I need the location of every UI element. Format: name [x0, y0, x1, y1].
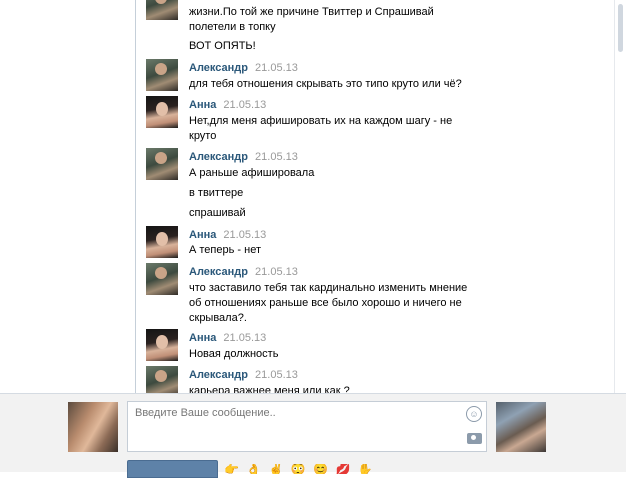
message-text: А теперь - нет [189, 244, 261, 256]
scrollbar-thumb[interactable] [618, 4, 623, 52]
emoji-strip: 👉 👌 ✌ 😳 😊 💋 ✋ [224, 464, 377, 474]
author-avatar[interactable] [146, 263, 178, 295]
message-text: Нет,для меня афишировать их на каждом ша… [189, 115, 453, 142]
emoji-flushed-icon[interactable]: 😳 [291, 464, 306, 474]
author-avatar[interactable] [146, 148, 178, 180]
author-name[interactable]: Александр [189, 369, 248, 381]
message-date: 21.05.13 [223, 229, 267, 241]
message-text: в твиттере [189, 187, 244, 199]
message-history[interactable]: жизни.По той же причине Твиттер и Спраши… [135, 0, 615, 393]
smile-icon[interactable]: ☺ [466, 406, 482, 422]
message-header: Анна 21.05.13 [189, 99, 266, 111]
message-date: 21.05.13 [223, 99, 267, 111]
emoji-pointing-icon[interactable]: 👉 [224, 464, 239, 474]
message-input[interactable] [133, 406, 457, 420]
message-date: 21.05.13 [223, 332, 267, 344]
message-input-box[interactable]: ☺ [127, 401, 487, 452]
author-avatar[interactable] [146, 366, 178, 393]
author-name[interactable]: Александр [189, 151, 248, 163]
message-text: что заставило тебя так кардинально измен… [189, 282, 468, 324]
left-margin [0, 0, 135, 393]
message-header: Александр 21.05.13 [189, 369, 298, 381]
author-name[interactable]: Александр [189, 266, 248, 278]
author-name[interactable]: Анна [189, 99, 216, 111]
emoji-smile-icon[interactable]: 😊 [313, 464, 328, 474]
message-header: Александр 21.05.13 [189, 151, 298, 163]
message-header: Анна 21.05.13 [189, 229, 266, 241]
message-date: 21.05.13 [255, 369, 298, 381]
message-header: Анна 21.05.13 [189, 332, 266, 344]
camera-icon[interactable] [467, 433, 482, 444]
my-avatar[interactable] [68, 402, 118, 452]
message-text: жизни.По той же причине Твиттер и Спраши… [189, 6, 434, 33]
message-text: ВОТ ОПЯТЬ! [189, 40, 256, 52]
author-avatar[interactable] [146, 329, 178, 361]
author-avatar[interactable] [146, 96, 178, 128]
message-text: для тебя отношения скрывать это типо кру… [189, 78, 462, 90]
message-text: А раньше афишировала [189, 167, 315, 179]
message-date: 21.05.13 [255, 266, 298, 278]
message-date: 21.05.13 [255, 151, 298, 163]
message-text: карьера важнее меня или как ? [189, 385, 350, 393]
author-avatar[interactable] [146, 0, 178, 20]
author-avatar[interactable] [146, 226, 178, 258]
message-text: Новая должность [189, 348, 279, 360]
peer-avatar[interactable] [496, 402, 546, 452]
emoji-ok-icon[interactable]: 👌 [246, 464, 261, 474]
message-text: спрашивай [189, 207, 246, 219]
scrollbar[interactable] [614, 0, 626, 393]
emoji-hand-icon[interactable]: ✋ [358, 464, 373, 474]
message-header: Александр 21.05.13 [189, 62, 298, 74]
author-name[interactable]: Анна [189, 332, 216, 344]
author-avatar[interactable] [146, 59, 178, 91]
message-date: 21.05.13 [255, 62, 298, 74]
send-button[interactable] [127, 460, 218, 478]
emoji-kiss-icon[interactable]: 💋 [335, 464, 350, 474]
author-name[interactable]: Анна [189, 229, 216, 241]
message-header: Александр 21.05.13 [189, 266, 298, 278]
author-name[interactable]: Александр [189, 62, 248, 74]
compose-panel: ☺ 👉 👌 ✌ 😳 😊 💋 ✋ [0, 393, 626, 478]
emoji-victory-icon[interactable]: ✌ [269, 464, 284, 474]
